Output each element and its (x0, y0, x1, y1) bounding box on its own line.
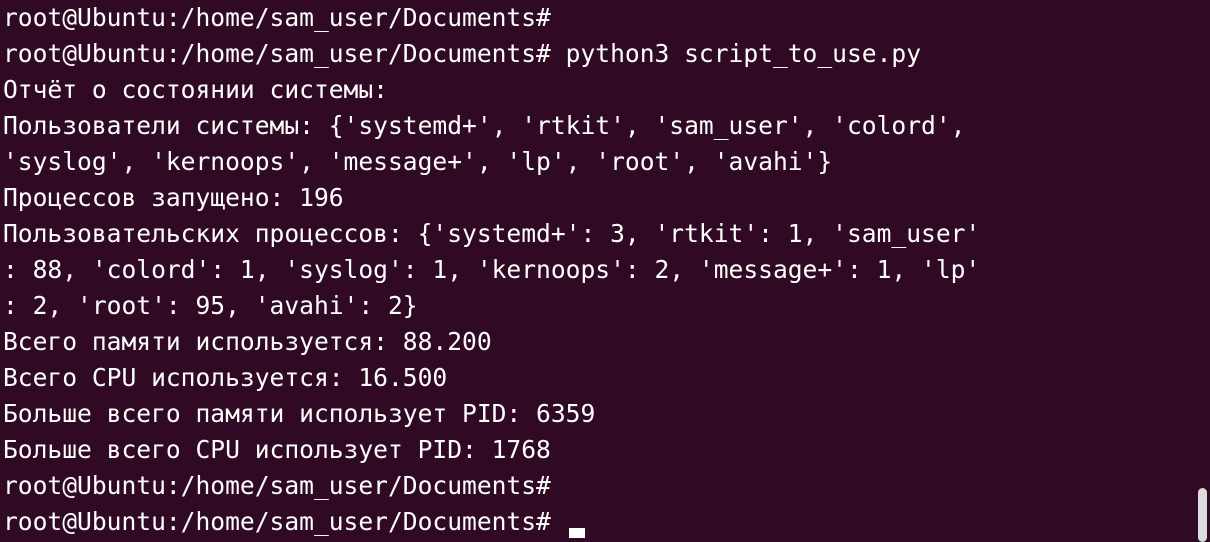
output-line-user-processes: Пользовательских процессов: {'systemd+':… (3, 216, 1188, 252)
output-text: Пользователи системы: {'systemd+', 'rtki… (3, 111, 966, 140)
output-text: : 88, 'colord': 1, 'syslog': 1, 'kernoop… (3, 255, 981, 284)
output-line-system-users-cont: 'syslog', 'kernoops', 'message+', 'lp', … (3, 144, 1188, 180)
output-text: Больше всего CPU использует PID: 1768 (3, 435, 551, 464)
terminal-scrollbar[interactable] (1198, 488, 1207, 542)
prompt-text: root@Ubuntu:/home/sam_user/Documents# (3, 3, 551, 32)
prompt-text: root@Ubuntu:/home/sam_user/Documents# (3, 471, 551, 500)
output-line-memory-total: Всего памяти используется: 88.200 (3, 324, 1188, 360)
text-cursor (568, 528, 585, 538)
terminal-output: root@Ubuntu:/home/sam_user/Documents# ro… (3, 0, 1188, 540)
terminal-window[interactable]: root@Ubuntu:/home/sam_user/Documents# ro… (0, 0, 1210, 542)
output-text: Отчёт о состоянии системы: (3, 75, 388, 104)
output-line-top-memory-pid: Больше всего памяти использует PID: 6359 (3, 396, 1188, 432)
output-text: Всего памяти используется: 88.200 (3, 327, 492, 356)
output-line-cpu-total: Всего CPU используется: 16.500 (3, 360, 1188, 396)
output-line-report-title: Отчёт о состоянии системы: (3, 72, 1188, 108)
terminal-active-prompt-line[interactable]: root@Ubuntu:/home/sam_user/Documents# (3, 504, 1188, 540)
terminal-prompt-line: root@Ubuntu:/home/sam_user/Documents# (3, 468, 1188, 504)
output-text: Больше всего памяти использует PID: 6359 (3, 399, 596, 428)
output-line-processes-count: Процессов запущено: 196 (3, 180, 1188, 216)
output-line-user-processes-cont: : 88, 'colord': 1, 'syslog': 1, 'kernoop… (3, 252, 1188, 288)
output-line-system-users: Пользователи системы: {'systemd+', 'rtki… (3, 108, 1188, 144)
output-line-top-cpu-pid: Больше всего CPU использует PID: 1768 (3, 432, 1188, 468)
output-text: : 2, 'root': 95, 'avahi': 2} (3, 291, 418, 320)
terminal-command-line: root@Ubuntu:/home/sam_user/Documents# py… (3, 36, 1188, 72)
output-text: Пользовательских процессов: {'systemd+':… (3, 219, 981, 248)
terminal-prompt-line: root@Ubuntu:/home/sam_user/Documents# (3, 0, 1188, 36)
output-text: Всего CPU используется: 16.500 (3, 363, 448, 392)
output-text: 'syslog', 'kernoops', 'message+', 'lp', … (3, 147, 833, 176)
prompt-text: root@Ubuntu:/home/sam_user/Documents# (3, 507, 551, 536)
output-line-user-processes-end: : 2, 'root': 95, 'avahi': 2} (3, 288, 1188, 324)
command-text: root@Ubuntu:/home/sam_user/Documents# py… (3, 39, 922, 68)
output-text: Процессов запущено: 196 (3, 183, 344, 212)
